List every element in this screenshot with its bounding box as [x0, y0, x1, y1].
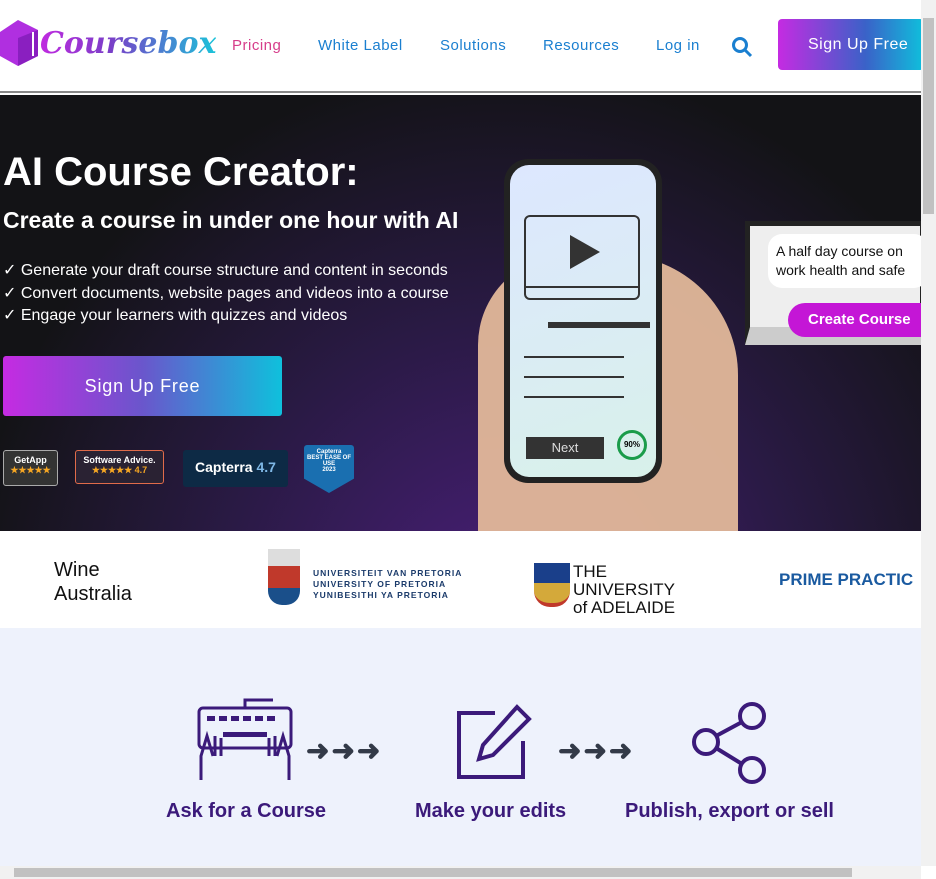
prompt-bubble: A half day course on work health and saf… [768, 234, 921, 288]
horizontal-scroll-thumb[interactable] [14, 868, 852, 877]
steps-section: ➜➜➜ ➜➜➜ Ask for a Course Make your edits… [0, 628, 921, 866]
vertical-scroll-thumb[interactable] [923, 18, 934, 214]
nav-pricing[interactable]: Pricing [232, 37, 281, 54]
badge-rating: ★★★★★ 4.7 [91, 465, 148, 475]
header: Coursebox Pricing White Label Solutions … [0, 0, 924, 93]
nav-resources[interactable]: Resources [543, 37, 619, 54]
capterra-award-badge[interactable]: Capterra BEST EASE OF USE 2023 [304, 445, 354, 493]
nav-solutions[interactable]: Solutions [440, 37, 506, 54]
nav-white-label[interactable]: White Label [318, 37, 403, 54]
feature-item: ✓ Engage your learners with quizzes and … [3, 307, 348, 324]
badge-year: 2023 [322, 467, 336, 473]
share-icon [692, 702, 766, 784]
progress-ring: 90% [617, 430, 647, 460]
badge-rating: 4.7 [256, 459, 276, 475]
adelaide-crest-icon [534, 563, 570, 607]
phone-mockup: Next 90% [504, 159, 662, 483]
hero-signup-button[interactable]: Sign Up Free [3, 356, 282, 416]
step-publish: Publish, export or sell [625, 800, 834, 822]
pretoria-logo: UNIVERSITEIT VAN PRETORIA UNIVERSITY OF … [313, 568, 463, 600]
quiz-options [524, 348, 624, 412]
monitor-mockup: A half day course on work health and saf… [745, 221, 921, 345]
prime-practice-logo: PRIME PRACTIC [779, 570, 914, 589]
question-bar [548, 322, 650, 328]
logo-text: Coursebox [40, 25, 217, 61]
pretoria-crest-icon [268, 549, 300, 605]
coursebox-logo[interactable]: Coursebox [0, 18, 216, 68]
step-ask: Ask for a Course [166, 800, 327, 822]
badge-name: Software Advice. [83, 455, 156, 465]
arrow-icon: ➜➜➜ [558, 735, 635, 766]
feature-item: ✓ Generate your draft course structure a… [3, 262, 448, 279]
hero-section: AI Course Creator: Create a course in un… [0, 95, 921, 531]
search-icon[interactable] [731, 36, 753, 58]
next-button: Next [526, 437, 604, 459]
capterra-badge[interactable]: Capterra 4.7 [183, 450, 288, 487]
badge-rating: ★★★★★ [10, 465, 51, 475]
getapp-badge[interactable]: GetApp ★★★★★ [3, 450, 58, 486]
badge-name: GetApp [14, 455, 47, 465]
signup-button[interactable]: Sign Up Free [778, 19, 924, 70]
step-edit: Make your edits [415, 800, 567, 822]
arrow-icon: ➜➜➜ [306, 735, 383, 766]
create-course-button: Create Course [788, 303, 921, 337]
hero-title: AI Course Creator: [3, 150, 359, 194]
badge-award: BEST EASE OF USE [306, 455, 351, 467]
hero-subtitle: Create a course in under one hour with A… [3, 207, 459, 233]
badge-name: Capterra [195, 459, 253, 475]
adelaide-logo: THE UNIVERSITY of ADELAIDE [573, 562, 676, 617]
graduation-cap-icon [0, 20, 38, 66]
feature-list: ✓ Generate your draft course structure a… [3, 260, 449, 328]
software-advice-badge[interactable]: Software Advice. ★★★★★ 4.7 [75, 450, 164, 484]
client-logos: Wine Australia UNIVERSITEIT VAN PRETORIA… [0, 531, 921, 628]
wine-australia-logo: Wine Australia [54, 559, 132, 605]
edit-icon [457, 704, 532, 779]
keyboard-hands-icon [197, 698, 293, 780]
video-player-icon [524, 215, 640, 300]
nav-login[interactable]: Log in [656, 37, 700, 54]
feature-item: ✓ Convert documents, website pages and v… [3, 284, 449, 302]
